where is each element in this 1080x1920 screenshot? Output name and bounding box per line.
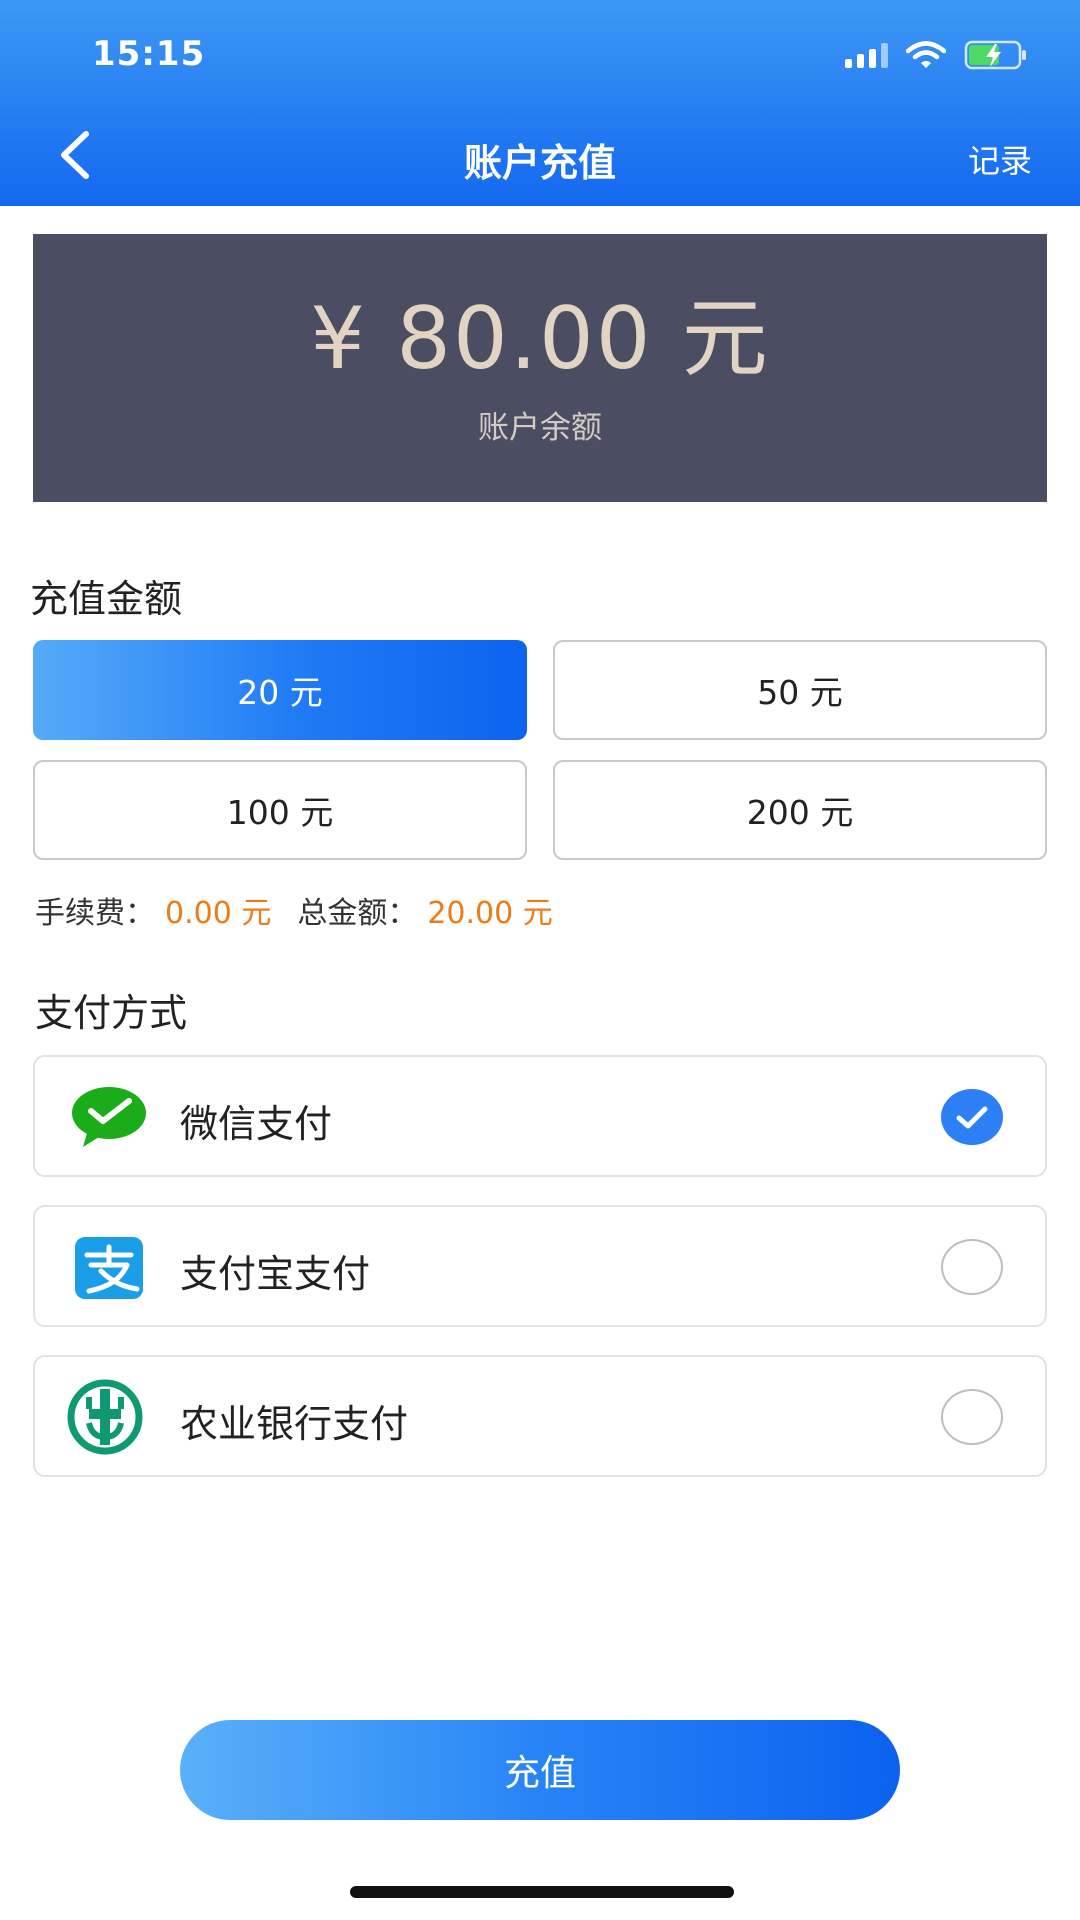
amount-option-label: 20 元: [237, 673, 323, 712]
balance-card: ¥ 80.00 元 账户余额: [33, 234, 1047, 502]
total-label: 总金额：: [297, 896, 418, 931]
fee-label: 手续费：: [35, 896, 155, 931]
checkmark-icon: [956, 1106, 988, 1129]
radio-unchecked[interactable]: [941, 1239, 1003, 1295]
record-link[interactable]: 记录: [968, 136, 1032, 182]
fee-value: 0.00 元: [165, 896, 272, 931]
amount-option-label: 200 元: [746, 793, 854, 832]
amount-option-100[interactable]: 100 元: [33, 760, 527, 860]
payment-option-alipay[interactable]: 支付宝支付: [33, 1205, 1047, 1327]
amount-option-20[interactable]: 20 元: [33, 640, 527, 740]
payment-option-label: 农业银行支付: [180, 1402, 409, 1446]
wifi-icon: [906, 41, 946, 68]
payment-option-wechat[interactable]: 微信支付: [33, 1055, 1047, 1177]
wechat-pay-icon: [72, 1087, 146, 1147]
status-icons: [845, 40, 1030, 70]
page-title: 账户充值: [463, 141, 616, 185]
amount-option-label: 100 元: [226, 793, 334, 832]
header: 15:15 账户充值 记录: [0, 0, 1080, 206]
amount-option-200[interactable]: 200 元: [553, 760, 1047, 860]
alipay-icon: [75, 1237, 143, 1299]
status-time: 15:15: [92, 34, 206, 74]
home-indicator: [350, 1886, 734, 1898]
payment-option-label: 支付宝支付: [180, 1252, 371, 1296]
radio-unchecked[interactable]: [941, 1389, 1003, 1445]
balance-label: 账户余额: [478, 410, 602, 446]
fee-summary: 手续费： 0.00 元 总金额： 20.00 元: [35, 888, 553, 932]
abc-bank-icon: [67, 1379, 143, 1455]
recharge-submit-label: 充值: [503, 1753, 576, 1794]
signal-icon: [845, 42, 888, 68]
recharge-submit-button[interactable]: 充值: [180, 1720, 900, 1820]
amount-option-50[interactable]: 50 元: [553, 640, 1047, 740]
balance-amount: ¥ 80.00 元: [310, 289, 770, 389]
total-value: 20.00 元: [427, 896, 553, 931]
payment-section-title: 支付方式: [35, 991, 188, 1035]
payment-option-abc-bank[interactable]: 农业银行支付: [33, 1355, 1047, 1477]
recharge-section-title: 充值金额: [30, 577, 183, 621]
battery-icon: [964, 40, 1026, 70]
amount-option-label: 50 元: [757, 673, 843, 712]
radio-checked[interactable]: [941, 1089, 1003, 1145]
payment-option-label: 微信支付: [180, 1102, 333, 1146]
